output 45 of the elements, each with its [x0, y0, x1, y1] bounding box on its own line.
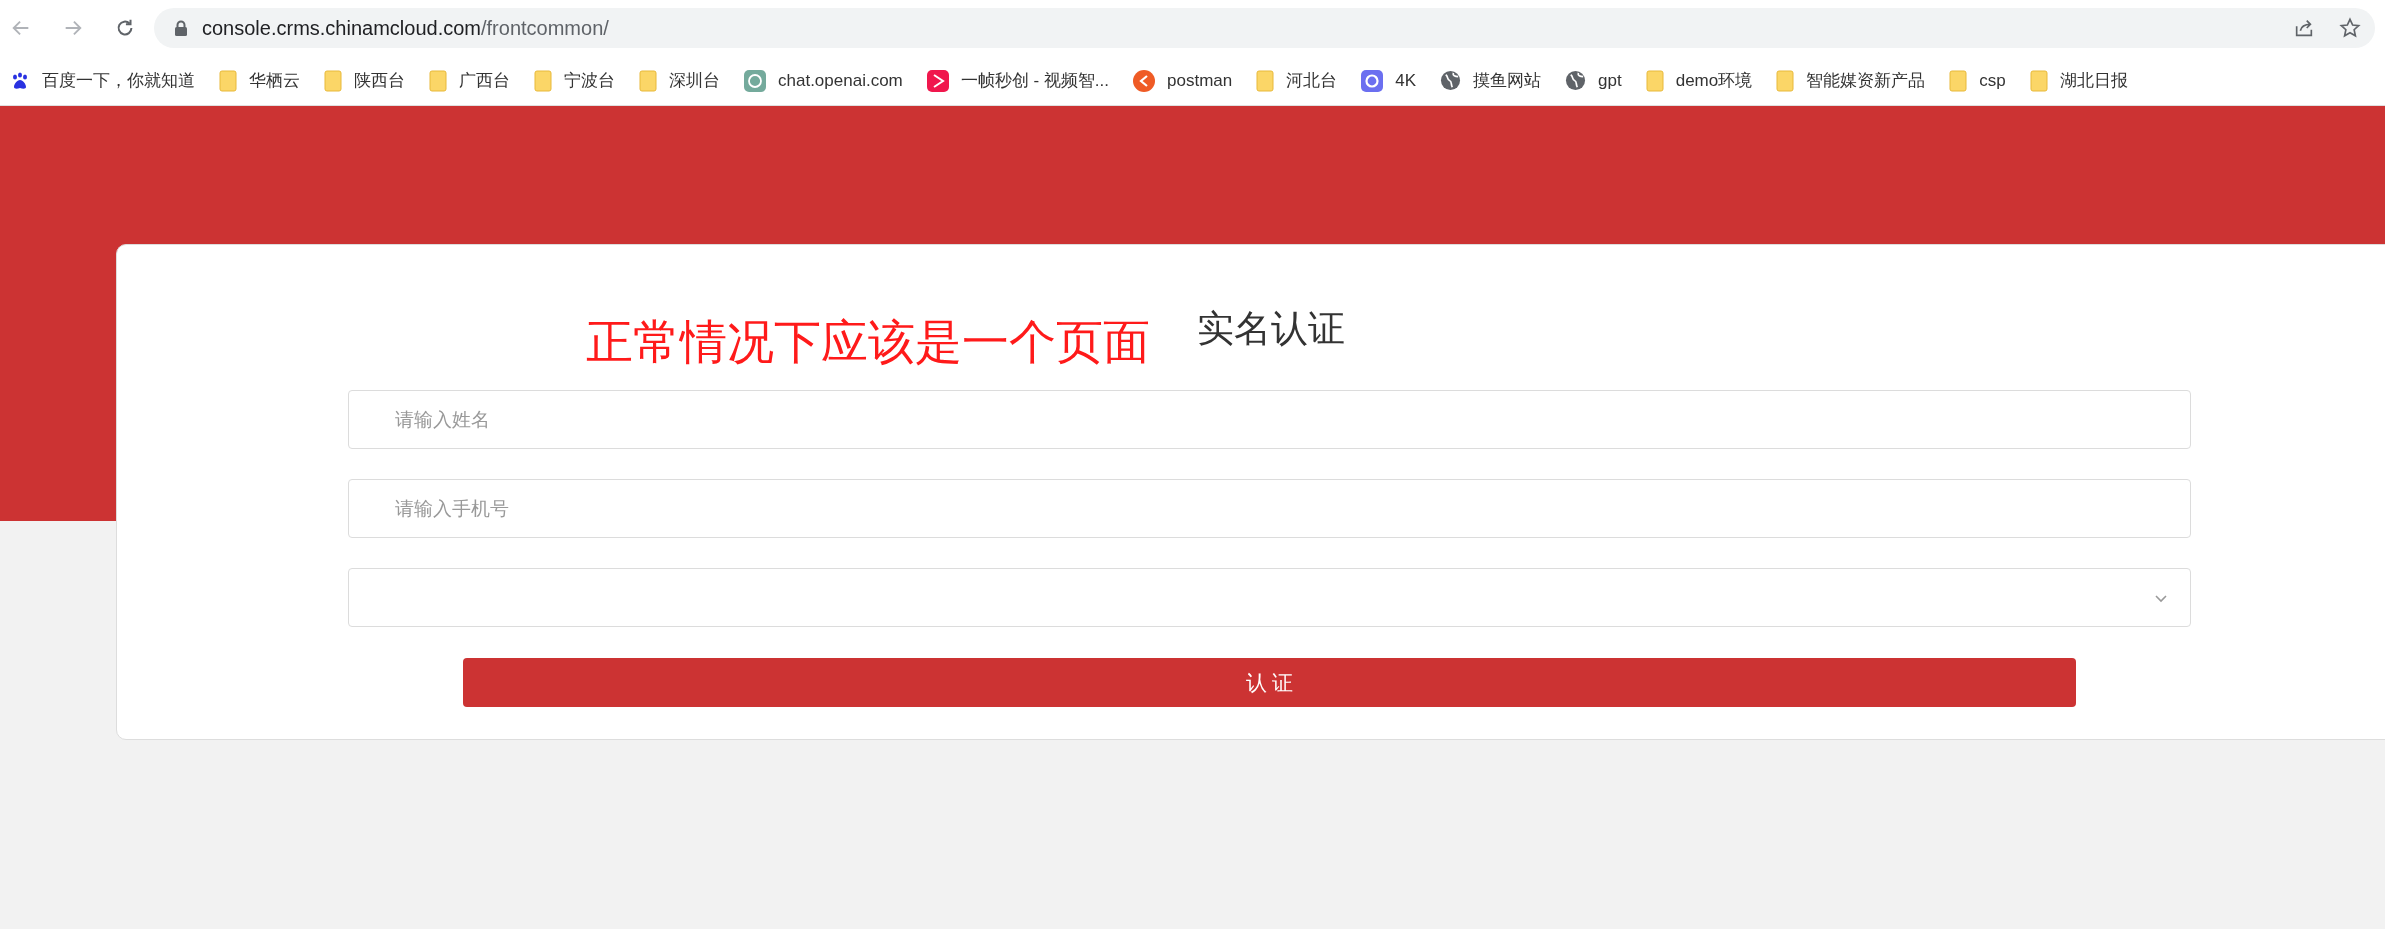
bookmark-item[interactable]: postman: [1133, 67, 1233, 94]
folder-icon: [639, 69, 657, 92]
bookmark-item[interactable]: 华栖云: [219, 67, 300, 94]
folder-icon: [534, 69, 552, 92]
folder-icon: [429, 69, 447, 92]
input-field[interactable]: 请输入手机号: [348, 479, 2191, 538]
url-host: console.crms.chinamcloud.com: [202, 17, 481, 39]
bookmark-item[interactable]: 河北台: [1256, 67, 1338, 94]
star-icon[interactable]: [2339, 17, 2361, 39]
select-field[interactable]: [348, 568, 2191, 627]
bookmark-item[interactable]: 一帧秒创 - 视频智...: [926, 67, 1110, 94]
bookmark-item[interactable]: 百度一下，你就知道: [10, 67, 195, 94]
globe-icon: [1565, 70, 1587, 91]
bookmark-item[interactable]: 广西台: [429, 67, 510, 94]
bookmark-item[interactable]: 智能媒资新产品: [1776, 67, 1926, 94]
bookmark-item[interactable]: 宁波台: [534, 67, 615, 94]
bookmark-item[interactable]: 陕西台: [324, 67, 405, 94]
lock-icon: [174, 20, 188, 36]
globe-icon: [1440, 70, 1462, 91]
bookmark-item[interactable]: 摸鱼网站: [1440, 67, 1542, 94]
annotation-text: 正常情况下应该是一个页面: [586, 314, 1150, 370]
input-field[interactable]: 请输入姓名: [348, 390, 2191, 449]
folder-icon: [1949, 69, 1968, 92]
folder-icon: [324, 69, 342, 92]
paw-icon: [10, 70, 30, 91]
address-bar[interactable]: console.crms.chinamcloud.com/frontcommon/: [154, 8, 2375, 48]
bookmark-item[interactable]: 湖北日报: [2029, 67, 2128, 94]
bookmark-item[interactable]: 4K: [1361, 67, 1417, 94]
form-title: 实名认证: [1197, 307, 1345, 351]
bookmark-item[interactable]: gpt: [1565, 67, 1622, 94]
bookmark-item[interactable]: 深圳台: [639, 67, 720, 94]
folder-icon: [1776, 69, 1795, 92]
play-logo-icon: [926, 69, 949, 92]
folder-icon: [219, 69, 237, 92]
bookmark-item[interactable]: demo环境: [1645, 67, 1753, 94]
share-icon[interactable]: [2293, 17, 2315, 39]
folder-icon: [1256, 69, 1275, 92]
url-path: /frontcommon/: [481, 17, 609, 39]
chevron-down-icon: [2154, 592, 2168, 603]
bookmark-item[interactable]: chat.openai.com: [744, 67, 903, 94]
ring-logo-icon: [1361, 69, 1384, 92]
bookmark-item[interactable]: csp: [1949, 67, 2006, 94]
folder-icon: [2029, 69, 2048, 92]
folder-icon: [1645, 69, 1664, 92]
submit-button[interactable]: 认 证: [463, 658, 2076, 707]
